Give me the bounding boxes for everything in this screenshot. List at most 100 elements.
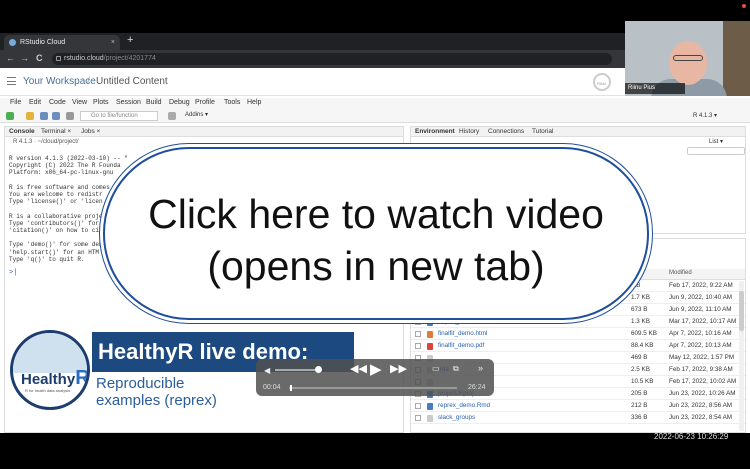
menu-tools[interactable]: Tools xyxy=(224,99,240,106)
file-size: 1.3 KB xyxy=(631,318,650,325)
save-icon[interactable] xyxy=(40,112,48,120)
hamburger-menu-icon[interactable] xyxy=(7,77,16,85)
menu-view[interactable]: View xyxy=(72,99,87,106)
reload-icon[interactable]: C xyxy=(36,53,43,63)
play-icon[interactable]: ▶ xyxy=(370,360,382,378)
new-file-icon[interactable] xyxy=(6,112,14,120)
fast-forward-icon[interactable]: ▶▶ xyxy=(390,362,407,375)
file-checkbox[interactable] xyxy=(415,343,421,349)
seek-bar[interactable] xyxy=(289,385,457,391)
menu-code[interactable]: Code xyxy=(49,99,66,106)
file-modified: Apr 7, 2022, 10:16 AM xyxy=(669,330,732,337)
file-modified: Jun 23, 2022, 8:54 AM xyxy=(669,414,733,421)
file-row[interactable]: finalfit_demo.pdf 88.4 KB Apr 7, 2022, 10:… xyxy=(411,341,745,352)
logo-text: HealthyR xyxy=(21,367,90,390)
workspace-link[interactable]: Your Workspace xyxy=(23,76,96,87)
files-scrollbar[interactable] xyxy=(739,281,744,431)
tab-history[interactable]: History xyxy=(459,128,479,135)
menu-build[interactable]: Build xyxy=(146,99,162,106)
tab-tutorial[interactable]: Tutorial xyxy=(532,128,553,135)
r-version-dropdown[interactable]: R 4.1.3 ▾ xyxy=(693,112,717,119)
cast-icon[interactable]: ▭ xyxy=(432,364,440,373)
webcam-door xyxy=(723,21,750,96)
project-title[interactable]: Untitled Content xyxy=(96,76,168,87)
file-name[interactable]: slack_groups xyxy=(438,414,475,421)
new-tab-button[interactable]: + xyxy=(127,34,133,46)
menu-plots[interactable]: Plots xyxy=(93,99,109,106)
tab-jobs[interactable]: Jobs × xyxy=(81,128,100,135)
breadcrumb-separator: / xyxy=(87,76,90,87)
file-row[interactable]: reprex_demo.Rmd 212 B Jun 23, 2022, 8:56 A… xyxy=(411,401,745,412)
browser-tab[interactable]: RStudio Cloud × xyxy=(4,35,120,50)
file-size: 1.7 KB xyxy=(631,294,650,301)
url-path: /project/4201774 xyxy=(103,55,156,62)
goto-file-input[interactable]: Go to file/function xyxy=(80,111,158,121)
file-checkbox[interactable] xyxy=(415,403,421,409)
file-modified: Feb 17, 2022, 9:22 AM xyxy=(669,282,733,289)
new-tab-note: (opens in new tab) xyxy=(207,243,545,289)
file-modified: Mar 17, 2022, 10:17 AM xyxy=(669,318,737,325)
file-checkbox[interactable] xyxy=(415,415,421,421)
environment-pane-tabs: Environment History Connections Tutorial xyxy=(411,127,745,137)
webcam-name-label: Riinu Pius xyxy=(625,83,685,94)
menu-edit[interactable]: Edit xyxy=(29,99,41,106)
tab-console[interactable]: Console xyxy=(9,128,35,135)
ide-toolbar: Go to file/function Addins ▾ R 4.1.3 ▾ xyxy=(0,109,750,123)
file-name[interactable]: finalfit_demo.html xyxy=(438,330,487,337)
video-controls: ◀ ◀◀ ▶ ▶▶ ▭ ⧉ » 00:04 26:24 xyxy=(256,359,494,396)
open-file-icon[interactable] xyxy=(26,112,34,120)
address-input[interactable]: rstudio.cloud/project/4201774 xyxy=(52,53,612,65)
close-tab-icon[interactable]: × xyxy=(111,35,115,50)
rstudio-favicon-icon xyxy=(9,39,16,46)
volume-slider[interactable] xyxy=(275,366,322,373)
webcam-feed: Riinu Pius xyxy=(625,21,750,96)
rewind-icon[interactable]: ◀◀ xyxy=(350,362,367,375)
tab-connections[interactable]: Connections xyxy=(488,128,524,135)
menu-session[interactable]: Session xyxy=(116,99,141,106)
addins-dropdown[interactable]: Addins ▾ xyxy=(185,111,208,118)
forward-icon[interactable]: → xyxy=(20,53,29,63)
file-row[interactable]: slack_groups 336 B Jun 23, 2022, 8:54 AM xyxy=(411,413,745,424)
print-icon[interactable] xyxy=(66,112,74,120)
grid-icon[interactable] xyxy=(168,112,176,120)
menu-file[interactable]: File xyxy=(10,99,21,106)
file-name[interactable]: finalfit_demo.pdf xyxy=(438,342,484,349)
file-size: 673 B xyxy=(631,306,648,313)
menu-help[interactable]: Help xyxy=(247,99,261,106)
tab-environment[interactable]: Environment xyxy=(415,128,455,135)
file-modified: Jun 9, 2022, 11:10 AM xyxy=(669,306,732,313)
fullscreen-icon[interactable]: » xyxy=(478,363,483,373)
menu-debug[interactable]: Debug xyxy=(169,99,190,106)
picture-in-picture-icon[interactable]: ⧉ xyxy=(453,364,459,374)
modified-column-header[interactable]: Modified xyxy=(669,270,692,276)
environment-search-input[interactable] xyxy=(687,147,745,155)
back-icon[interactable]: ← xyxy=(6,53,15,63)
file-size: 2.5 KB xyxy=(631,366,650,373)
menu-profile[interactable]: Profile xyxy=(195,99,215,106)
file-type-icon xyxy=(427,343,433,350)
save-all-icon[interactable] xyxy=(52,112,60,120)
logo-word: Healthy xyxy=(21,371,76,388)
console-pane-tabs: Console Terminal × Jobs × xyxy=(5,127,403,137)
file-name[interactable]: reprex_demo.Rmd xyxy=(438,402,490,409)
lock-icon xyxy=(56,56,61,61)
tab-terminal[interactable]: Terminal × xyxy=(41,128,71,135)
console-prompt[interactable]: >| xyxy=(9,269,17,277)
file-modified: Feb 17, 2022, 9:38 AM xyxy=(669,366,733,373)
file-modified: May 12, 2022, 1:57 PM xyxy=(669,354,735,361)
file-size: 469 B xyxy=(631,354,648,361)
list-view-dropdown[interactable]: List ▾ xyxy=(709,138,723,145)
ide-menu-bar: File Edit Code View Plots Session Build … xyxy=(0,98,750,109)
url-host: rstudio.cloud xyxy=(64,55,104,62)
file-type-icon xyxy=(427,319,433,326)
file-row[interactable]: finalfit_demo.html 609.5 KB Apr 7, 2022, 1… xyxy=(411,329,745,340)
volume-icon[interactable]: ◀ xyxy=(264,366,270,375)
current-time: 00:04 xyxy=(263,384,281,391)
file-modified: Apr 7, 2022, 10:13 AM xyxy=(669,342,732,349)
file-checkbox[interactable] xyxy=(415,331,421,337)
file-type-icon xyxy=(427,403,433,410)
watch-video-button[interactable]: Click here to watch video (opens in new … xyxy=(103,147,649,320)
file-size: 88.4 KB xyxy=(631,342,654,349)
logo-r: R xyxy=(75,367,90,389)
file-modified: Jun 23, 2022, 8:56 AM xyxy=(669,402,733,409)
